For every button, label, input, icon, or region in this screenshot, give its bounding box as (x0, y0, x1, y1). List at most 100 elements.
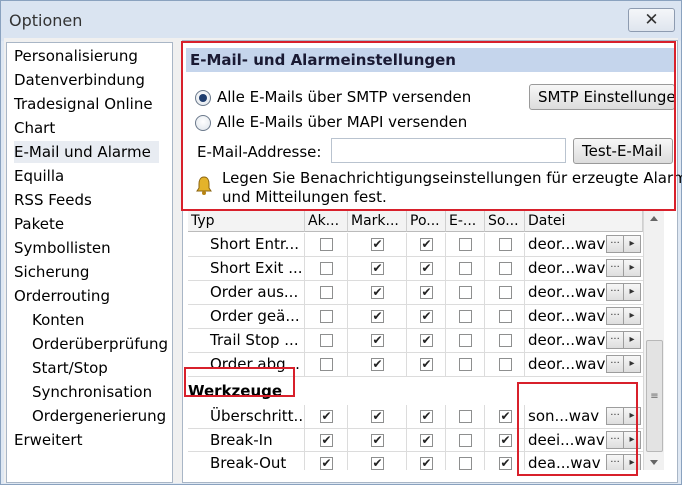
active-checkbox[interactable] (320, 310, 333, 323)
play-sound-button[interactable]: ▸ (623, 307, 641, 325)
play-sound-button[interactable]: ▸ (623, 283, 641, 301)
email-checkbox[interactable] (459, 433, 472, 447)
marker-checkbox[interactable]: ✔ (371, 310, 384, 323)
active-checkbox[interactable] (320, 262, 333, 275)
email-checkbox[interactable] (459, 286, 472, 299)
sound-checkbox[interactable]: ✔ (499, 410, 512, 423)
email-checkbox[interactable] (459, 262, 472, 275)
active-checkbox[interactable] (320, 358, 333, 371)
nav-item[interactable]: Sicherung (14, 261, 89, 283)
close-button[interactable]: ✕ (628, 8, 675, 32)
column-header[interactable]: Po... (407, 210, 446, 232)
popup-checkbox[interactable]: ✔ (420, 457, 433, 470)
scroll-down-icon[interactable] (650, 460, 658, 465)
window-title: Optionen (9, 11, 83, 30)
browse-file-button[interactable]: ··· (606, 259, 624, 277)
nav-item[interactable]: Erweitert (14, 429, 82, 451)
nav-item[interactable]: Datenverbindung (14, 69, 145, 91)
table-row[interactable]: Short Exit ... ✔ ✔ deor...wav ··· ▸ (188, 257, 643, 281)
marker-checkbox[interactable]: ✔ (371, 457, 384, 470)
browse-file-button[interactable]: ··· (606, 283, 624, 301)
sound-file-name: deor...wav (528, 307, 606, 325)
active-checkbox[interactable] (320, 238, 333, 251)
email-checkbox[interactable] (459, 358, 472, 371)
sound-checkbox[interactable] (499, 310, 512, 323)
popup-checkbox[interactable]: ✔ (420, 433, 433, 447)
sound-checkbox[interactable] (499, 286, 512, 299)
table-row[interactable]: Order aus... ✔ ✔ deor...wav ··· ▸ (188, 281, 643, 305)
play-sound-button[interactable]: ▸ (623, 259, 641, 277)
sound-file-cell: deor...wav ··· ▸ (525, 305, 643, 328)
column-header[interactable]: Mark... (348, 210, 407, 232)
browse-file-button[interactable]: ··· (606, 307, 624, 325)
sound-checkbox[interactable] (499, 262, 512, 275)
column-header[interactable]: So... (485, 210, 525, 232)
sound-checkbox[interactable] (499, 358, 512, 371)
table-row[interactable]: Short Entr... ✔ ✔ deor...wav ··· ▸ (188, 233, 643, 257)
email-checkbox[interactable] (459, 334, 472, 347)
close-icon: ✕ (644, 10, 659, 30)
nav-item[interactable]: Personalisierung (14, 45, 138, 67)
grid-vertical-scrollbar[interactable]: ≡ (643, 210, 664, 470)
scroll-up-icon[interactable] (650, 216, 658, 221)
marker-checkbox[interactable]: ✔ (371, 410, 384, 423)
sound-checkbox[interactable] (499, 334, 512, 347)
marker-checkbox[interactable]: ✔ (371, 358, 384, 371)
sound-checkbox[interactable]: ✔ (499, 433, 512, 447)
column-header[interactable]: Datei (525, 210, 643, 232)
checkbox-cell: ✔ (305, 428, 348, 452)
popup-checkbox[interactable]: ✔ (420, 286, 433, 299)
active-checkbox[interactable]: ✔ (320, 410, 333, 423)
table-row[interactable]: Trail Stop ... ✔ ✔ deor...wav ··· ▸ (188, 329, 643, 353)
nav-item[interactable]: Konten (32, 309, 84, 331)
email-checkbox[interactable] (459, 238, 472, 251)
table-row[interactable]: Order geä... ✔ ✔ deor...wav ··· ▸ (188, 305, 643, 329)
active-checkbox[interactable] (320, 286, 333, 299)
active-checkbox[interactable] (320, 334, 333, 347)
popup-checkbox[interactable]: ✔ (420, 262, 433, 275)
email-checkbox[interactable] (459, 457, 472, 470)
popup-checkbox[interactable]: ✔ (420, 334, 433, 347)
popup-checkbox[interactable]: ✔ (420, 358, 433, 371)
sound-checkbox[interactable] (499, 238, 512, 251)
column-header[interactable]: E-... (446, 210, 485, 232)
email-checkbox[interactable] (459, 310, 472, 323)
play-sound-button[interactable]: ▸ (623, 331, 641, 349)
sound-checkbox[interactable]: ✔ (499, 457, 512, 470)
nav-item[interactable]: Chart (14, 117, 55, 139)
active-checkbox[interactable]: ✔ (320, 457, 333, 470)
nav-item[interactable]: Equilla (14, 165, 64, 187)
nav-item[interactable]: Pakete (14, 213, 64, 235)
marker-checkbox[interactable]: ✔ (371, 433, 384, 447)
nav-item[interactable]: RSS Feeds (14, 189, 92, 211)
nav-item[interactable]: Synchronisation (32, 381, 152, 403)
nav-item[interactable]: Ordergenerierung (32, 405, 166, 427)
marker-checkbox[interactable]: ✔ (371, 286, 384, 299)
nav-item[interactable]: Orderrouting (14, 285, 110, 307)
play-sound-button[interactable]: ▸ (623, 355, 641, 373)
nav-item[interactable]: Tradesignal Online (14, 93, 153, 115)
column-header[interactable]: Ak... (305, 210, 348, 232)
nav-item[interactable]: E-Mail und Alarme (14, 141, 159, 163)
marker-checkbox[interactable]: ✔ (371, 262, 384, 275)
marker-checkbox[interactable]: ✔ (371, 334, 384, 347)
browse-file-button[interactable]: ··· (606, 355, 624, 373)
play-sound-button[interactable]: ▸ (623, 235, 641, 253)
marker-checkbox[interactable]: ✔ (371, 238, 384, 251)
nav-item[interactable]: Symbollisten (14, 237, 111, 259)
popup-checkbox[interactable]: ✔ (420, 310, 433, 323)
browse-file-button[interactable]: ··· (606, 331, 624, 349)
checkbox-cell (305, 257, 348, 280)
title-bar[interactable]: Optionen ✕ (1, 1, 681, 41)
popup-checkbox[interactable]: ✔ (420, 238, 433, 251)
browse-file-button[interactable]: ··· (606, 235, 624, 253)
nav-item[interactable]: Start/Stop (32, 357, 108, 379)
column-header[interactable]: Typ (188, 210, 305, 232)
checkbox-cell: ✔ (407, 405, 446, 428)
active-checkbox[interactable]: ✔ (320, 433, 333, 447)
popup-checkbox[interactable]: ✔ (420, 410, 433, 423)
checkbox-cell (446, 428, 485, 452)
email-checkbox[interactable] (459, 410, 472, 423)
scroll-thumb[interactable]: ≡ (646, 340, 663, 452)
nav-item[interactable]: Orderüberprüfung (32, 333, 168, 355)
